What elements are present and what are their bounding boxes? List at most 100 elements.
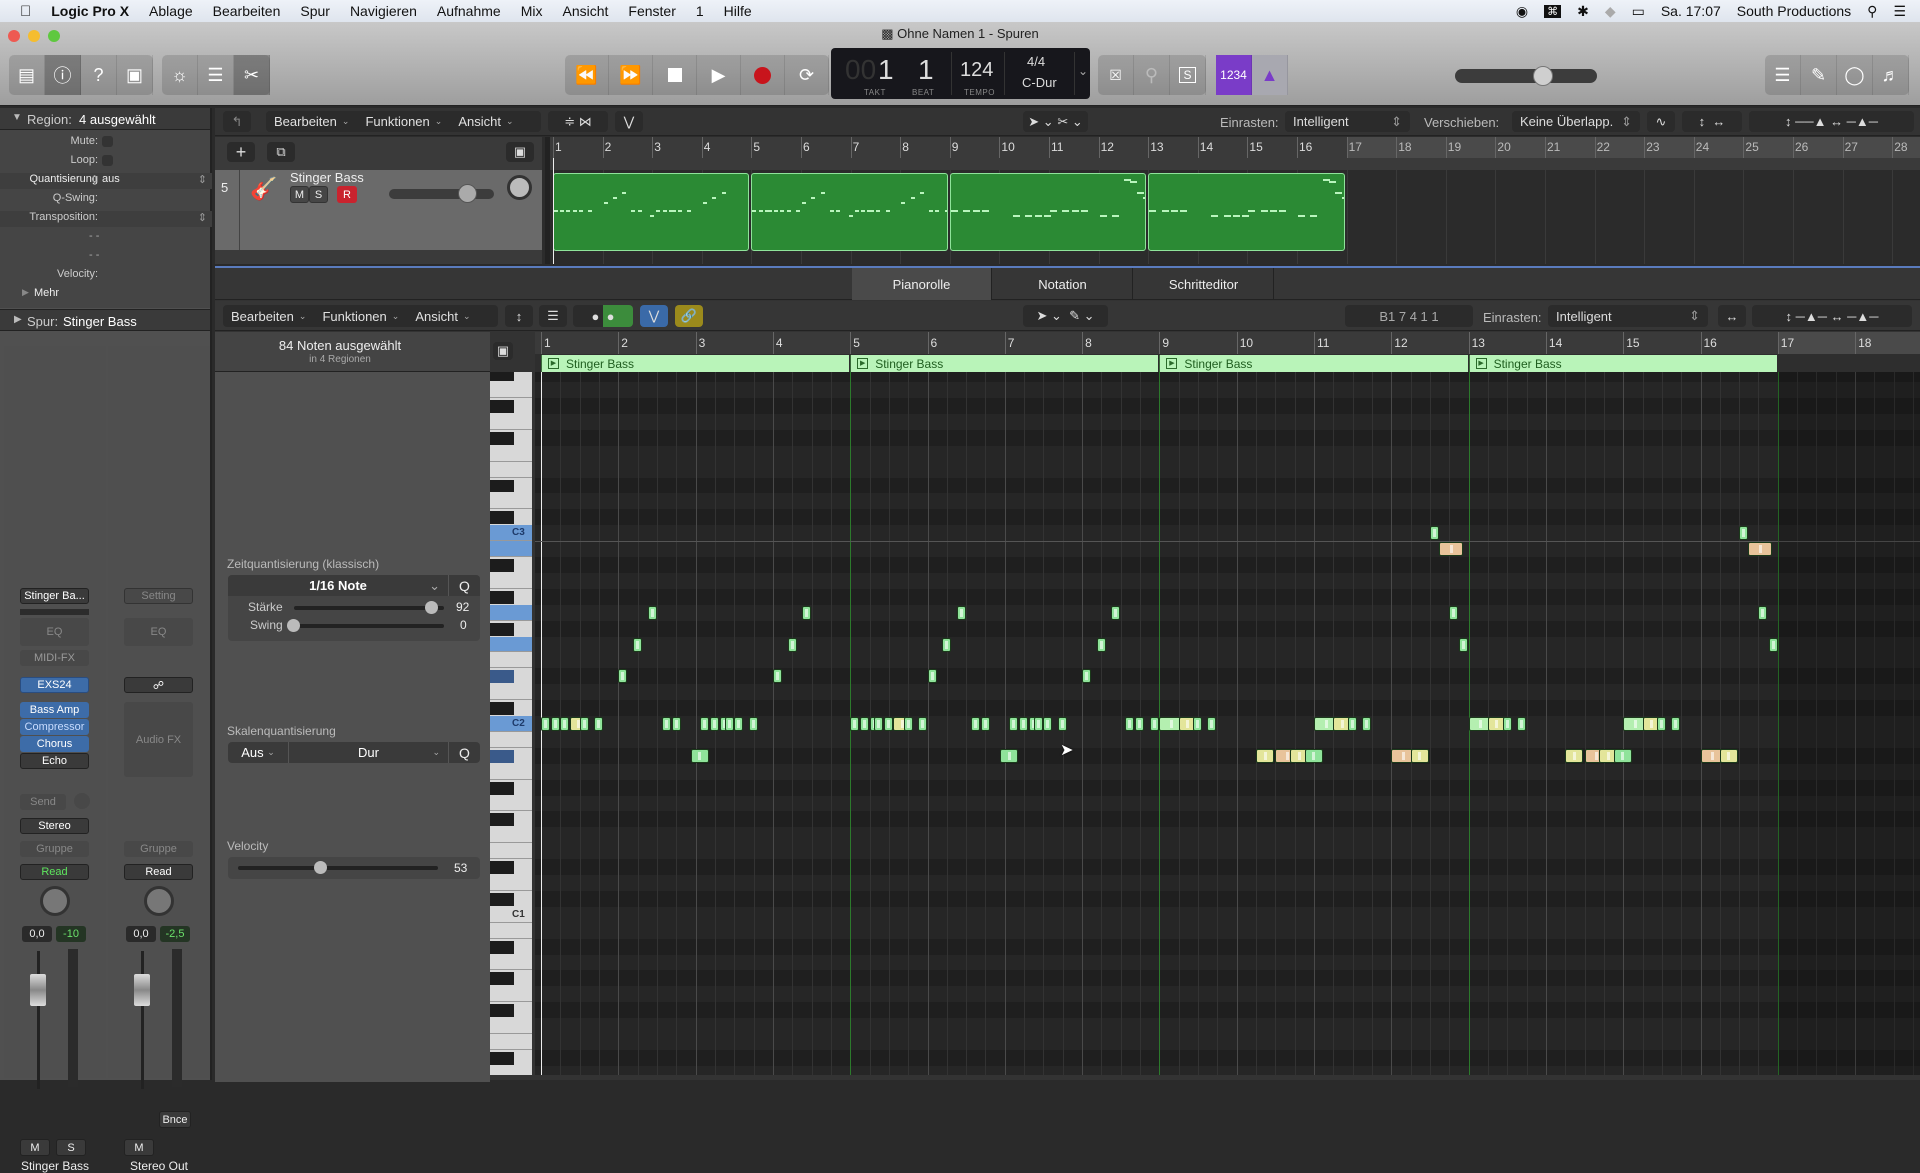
volume-fader-track[interactable] [141, 951, 144, 1089]
lcd-display[interactable]: 00 1 1 TAKT BEAT 124 TEMPO 4/4 C-Dur ⌄ [831, 48, 1090, 99]
midi-note[interactable] [710, 717, 720, 732]
add-track-button[interactable]: + [227, 142, 255, 162]
track-header[interactable]: 5 🎸 Stinger Bass M S R [215, 170, 542, 250]
track-mute-button[interactable]: M [290, 186, 309, 203]
volume-fader-knob[interactable] [30, 974, 46, 1006]
eq-thumbnail[interactable]: EQ [124, 618, 193, 646]
duplicate-track-button[interactable]: ⧉ [267, 142, 295, 162]
midi-note[interactable] [1671, 717, 1681, 732]
tab-notation[interactable]: Notation [993, 268, 1133, 300]
menu-ablage[interactable]: Ablage [139, 3, 203, 19]
piano-white-key[interactable] [490, 796, 532, 812]
collapse-button[interactable]: ↕ [505, 305, 533, 327]
midi-note[interactable] [1739, 526, 1749, 541]
metronome-button[interactable]: ▲ [1252, 55, 1288, 95]
marquee-icon[interactable]: ✂ ⌄ [1057, 114, 1082, 130]
piano-white-key[interactable] [490, 636, 532, 653]
loop-checkbox[interactable] [102, 155, 113, 166]
midi-note[interactable] [802, 605, 812, 620]
horizontal-zoom-slider[interactable]: ↔ ─▲─ [1830, 114, 1878, 129]
midi-note[interactable] [550, 717, 560, 732]
track-pan-knob[interactable] [507, 175, 532, 200]
inspector-button[interactable]: ⓘ [45, 55, 81, 95]
midi-note[interactable] [1410, 748, 1429, 763]
bounce-button[interactable]: Bnce [159, 1111, 191, 1128]
piano-roll-region-bar[interactable]: ▶ Stinger Bass ▶ Stinger Bass ▶ Stinger Bass ▶… [535, 354, 1920, 374]
wifi-icon[interactable]: ◆ [1605, 3, 1616, 20]
midi-note[interactable] [850, 717, 860, 732]
velocity-slider[interactable] [238, 861, 438, 874]
arrange-region[interactable] [553, 173, 750, 251]
scale-mode-select[interactable]: Aus ⌄ [228, 742, 289, 763]
global-tracks-button[interactable]: ▣ [506, 142, 534, 162]
link-button[interactable]: 🔗 [675, 305, 703, 327]
snap-to-grid-button[interactable]: ⋁ [640, 305, 668, 327]
piano-white-key[interactable] [490, 525, 532, 542]
count-in-button[interactable]: 1234 [1216, 55, 1252, 95]
tracks-menu-funktionen[interactable]: Funktionen ⌄ [357, 114, 450, 129]
library-button[interactable]: ▤ [9, 55, 45, 95]
tracks-menu-bearbeiten[interactable]: Bearbeiten ⌄ [266, 114, 357, 129]
midi-note[interactable] [671, 717, 681, 732]
piano-black-key[interactable] [490, 749, 514, 763]
midi-note[interactable] [927, 669, 937, 684]
midi-note[interactable] [1111, 605, 1121, 620]
midi-note[interactable] [1019, 717, 1029, 732]
piano-white-key[interactable] [490, 604, 532, 621]
piano-white-key[interactable] [490, 382, 532, 399]
forward-button[interactable]: ⏩ [609, 55, 653, 95]
lcd-tempo[interactable]: 124 [960, 59, 993, 82]
stop-button[interactable] [653, 55, 697, 95]
piano-white-key[interactable] [490, 955, 532, 971]
menu-1[interactable]: 1 [686, 3, 714, 19]
waveform-zoom-button[interactable]: ∿ [1647, 111, 1675, 132]
piano-black-key[interactable] [490, 431, 514, 445]
editor-snap-select[interactable]: Intelligent ⇕ [1548, 305, 1708, 327]
piano-black-key[interactable] [490, 590, 514, 604]
tuner-button[interactable]: ⚲ [1134, 55, 1170, 95]
midi-out-icon[interactable]: ● [607, 309, 615, 324]
piano-black-key[interactable] [490, 559, 514, 572]
editor-zoom-sliders[interactable]: ↕ ─▲─ ↔ ─▲─ [1752, 305, 1912, 327]
midi-note[interactable] [1135, 717, 1145, 732]
horizontal-zoom-slider[interactable]: ↔ ─▲─ [1831, 309, 1879, 324]
cycle-button[interactable]: ⟳ [785, 55, 829, 95]
midi-note[interactable] [748, 717, 758, 732]
midi-note[interactable] [1207, 717, 1217, 732]
quantize-q-button[interactable]: Q [448, 575, 480, 596]
piano-roll-ruler[interactable]: 1 2 3 4 5 6 7 8 9 10 11 12 13 14 15 16 17 18 [535, 332, 1920, 354]
piano-keyboard[interactable]: C3 C2 C1 [490, 372, 532, 1075]
tab-schritteditor[interactable]: Schritteditor [1134, 268, 1274, 300]
midi-note[interactable] [1429, 526, 1439, 541]
midi-note[interactable] [632, 637, 642, 652]
setting-button[interactable]: Stinger Ba... [20, 588, 89, 604]
audio-fx-slot[interactable]: Audio FX [124, 702, 193, 777]
output-slot[interactable]: Stereo [20, 818, 89, 834]
horizontal-fit-button[interactable]: ↔ [1718, 305, 1746, 327]
quantize-field[interactable]: Quantisierung ⇕ aus ⇕ [0, 173, 212, 189]
mute-button[interactable]: M [124, 1139, 154, 1156]
pan-knob[interactable] [144, 886, 174, 916]
piano-white-key[interactable] [490, 541, 532, 558]
arrange-region[interactable] [949, 173, 1147, 251]
editor-menu-ansicht[interactable]: Ansicht ⌄ [407, 309, 478, 324]
piano-white-key[interactable] [490, 875, 532, 891]
note-grid[interactable] [535, 372, 1920, 1075]
stereo-link-button[interactable]: ☍ [124, 677, 193, 693]
apple-icon[interactable]:  [0, 3, 41, 20]
pencil-icon[interactable]: ✎ ⌄ [1069, 308, 1094, 324]
track-name[interactable]: Stinger Bass [290, 170, 364, 185]
midi-note[interactable] [787, 637, 797, 652]
midi-note[interactable] [1348, 717, 1357, 732]
piano-black-key[interactable] [490, 702, 514, 716]
midi-note[interactable] [1125, 717, 1135, 732]
midi-note[interactable] [1657, 717, 1667, 732]
flex-button[interactable]: ⋁ [615, 111, 643, 132]
piano-black-key[interactable] [490, 940, 514, 954]
piano-white-key[interactable] [490, 923, 532, 939]
track-inspector-header[interactable]: ▶ Spur: Stinger Bass [0, 309, 210, 331]
midi-note[interactable] [1459, 637, 1469, 652]
bluetooth-icon[interactable]: ✱ [1577, 3, 1589, 20]
smart-controls-button[interactable]: ☼ [162, 55, 198, 95]
tracks-menu-ansicht[interactable]: Ansicht ⌄ [450, 114, 521, 129]
